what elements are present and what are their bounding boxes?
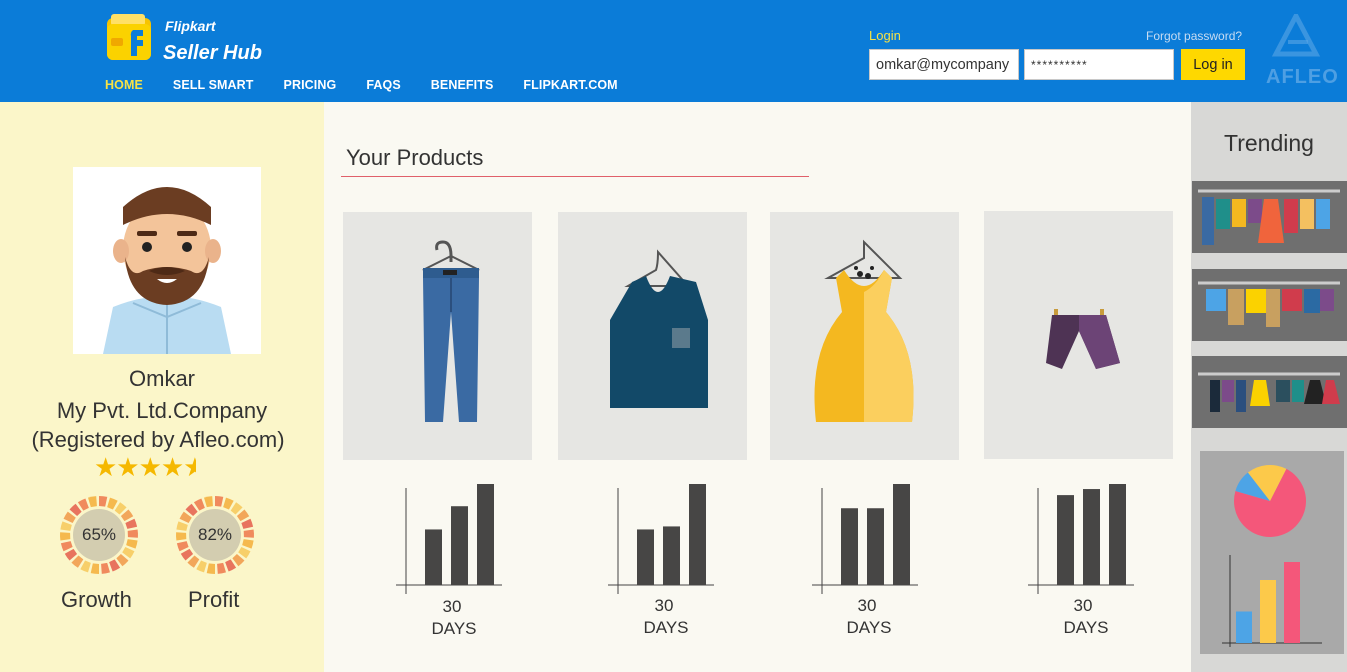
- days-number: 30: [1073, 596, 1093, 615]
- half-star-icon: ★: [183, 452, 197, 482]
- chart-bar: [893, 484, 910, 585]
- nav-home[interactable]: HOME: [105, 78, 143, 92]
- trending-clothes-rack-2[interactable]: [1192, 269, 1347, 341]
- chart-bar: [867, 508, 884, 585]
- product-chart-jeans: [396, 484, 502, 594]
- analytics-card[interactable]: [1200, 451, 1344, 654]
- product-card-shorts[interactable]: [984, 211, 1173, 459]
- days-number: 30: [857, 596, 877, 615]
- days-label: DAYS: [431, 619, 477, 638]
- chart-bar: [1057, 495, 1074, 585]
- vest-icon: [610, 249, 708, 408]
- days-label: DAYS: [846, 618, 892, 637]
- registered-by: (Registered by Afleo.com): [31, 427, 285, 452]
- profit-value: 82%: [197, 525, 233, 544]
- shorts-icon: [1046, 309, 1120, 369]
- product-card-vest[interactable]: [558, 212, 747, 460]
- bar-chart: [1222, 555, 1322, 647]
- growth-value: 65%: [81, 525, 117, 544]
- brand-seller-hub: Seller Hub: [163, 42, 262, 64]
- trending-clothes-rack-1[interactable]: [1192, 181, 1347, 253]
- password-input[interactable]: [1024, 49, 1174, 80]
- header: Flipkart Seller Hub HOME SELL SMART PRICIN…: [0, 0, 1347, 102]
- profit-gauge: 82%: [175, 495, 255, 575]
- jeans-icon: [422, 240, 480, 422]
- chart-bar: [425, 529, 442, 585]
- avatar: [73, 167, 261, 354]
- chart-bar: [477, 484, 494, 585]
- company-name: My Pvt. Ltd.Company: [56, 398, 268, 423]
- chart-bar: [451, 506, 468, 585]
- chart-bar: [841, 508, 858, 585]
- chart-bar: [1083, 489, 1100, 585]
- clothes-rack-icon: [1198, 189, 1340, 245]
- nav-pricing[interactable]: PRICING: [284, 78, 337, 92]
- product-card-dress[interactable]: [770, 212, 959, 460]
- dress-icon: [814, 239, 914, 422]
- chart-bar: [637, 529, 654, 585]
- login-button[interactable]: Log in: [1181, 49, 1245, 80]
- avatar-illustration-icon: [103, 187, 231, 354]
- chart-bar: [1260, 580, 1276, 643]
- forgot-password-link[interactable]: Forgot password?: [1146, 29, 1242, 43]
- login-label: Login: [869, 28, 901, 43]
- days-label: DAYS: [1063, 618, 1109, 637]
- rating-stars: ★★★★★: [94, 452, 196, 483]
- flipkart-seller-hub-logo[interactable]: Flipkart Seller Hub: [105, 14, 275, 66]
- days-number: 30: [654, 596, 674, 615]
- nav-sell-smart[interactable]: SELL SMART: [173, 78, 254, 92]
- brand-flipkart: Flipkart: [165, 18, 216, 34]
- dresses-rack-icon: [1198, 372, 1340, 412]
- days-label: DAYS: [643, 618, 689, 637]
- trending-clothes-rack-3[interactable]: [1192, 356, 1347, 428]
- nav-flipkart-com[interactable]: FLIPKART.COM: [523, 78, 617, 92]
- main-nav: HOME SELL SMART PRICING FAQS BENEFITS FLIPKAR…: [105, 78, 648, 92]
- product-card-jeans[interactable]: [343, 212, 532, 460]
- growth-gauge: 65%: [59, 495, 139, 575]
- page-title: Your Products: [346, 145, 484, 170]
- product-chart-vest: [608, 484, 714, 594]
- pie-chart: [1234, 465, 1306, 537]
- product-chart-dress: [812, 484, 918, 594]
- chart-bar: [1284, 562, 1300, 643]
- days-number: 30: [442, 597, 462, 616]
- email-input[interactable]: [869, 49, 1019, 80]
- star-icons: ★★★★: [94, 452, 184, 482]
- title-underline: [341, 176, 809, 177]
- chart-bar: [1109, 484, 1126, 585]
- nav-benefits[interactable]: BENEFITS: [431, 78, 494, 92]
- growth-label: Growth: [61, 587, 132, 612]
- trending-title: Trending: [1224, 130, 1314, 156]
- shirts-rack-icon: [1198, 281, 1340, 327]
- profit-label: Profit: [188, 587, 240, 612]
- product-chart-shorts: [1028, 484, 1134, 594]
- nav-faqs[interactable]: FAQS: [366, 78, 400, 92]
- user-name: Omkar: [129, 366, 195, 391]
- wallet-icon: [107, 14, 151, 60]
- chart-bar: [663, 526, 680, 585]
- afleo-watermark: AFLEO: [1266, 66, 1339, 88]
- chart-bar: [689, 484, 706, 585]
- chart-bar: [1236, 611, 1252, 643]
